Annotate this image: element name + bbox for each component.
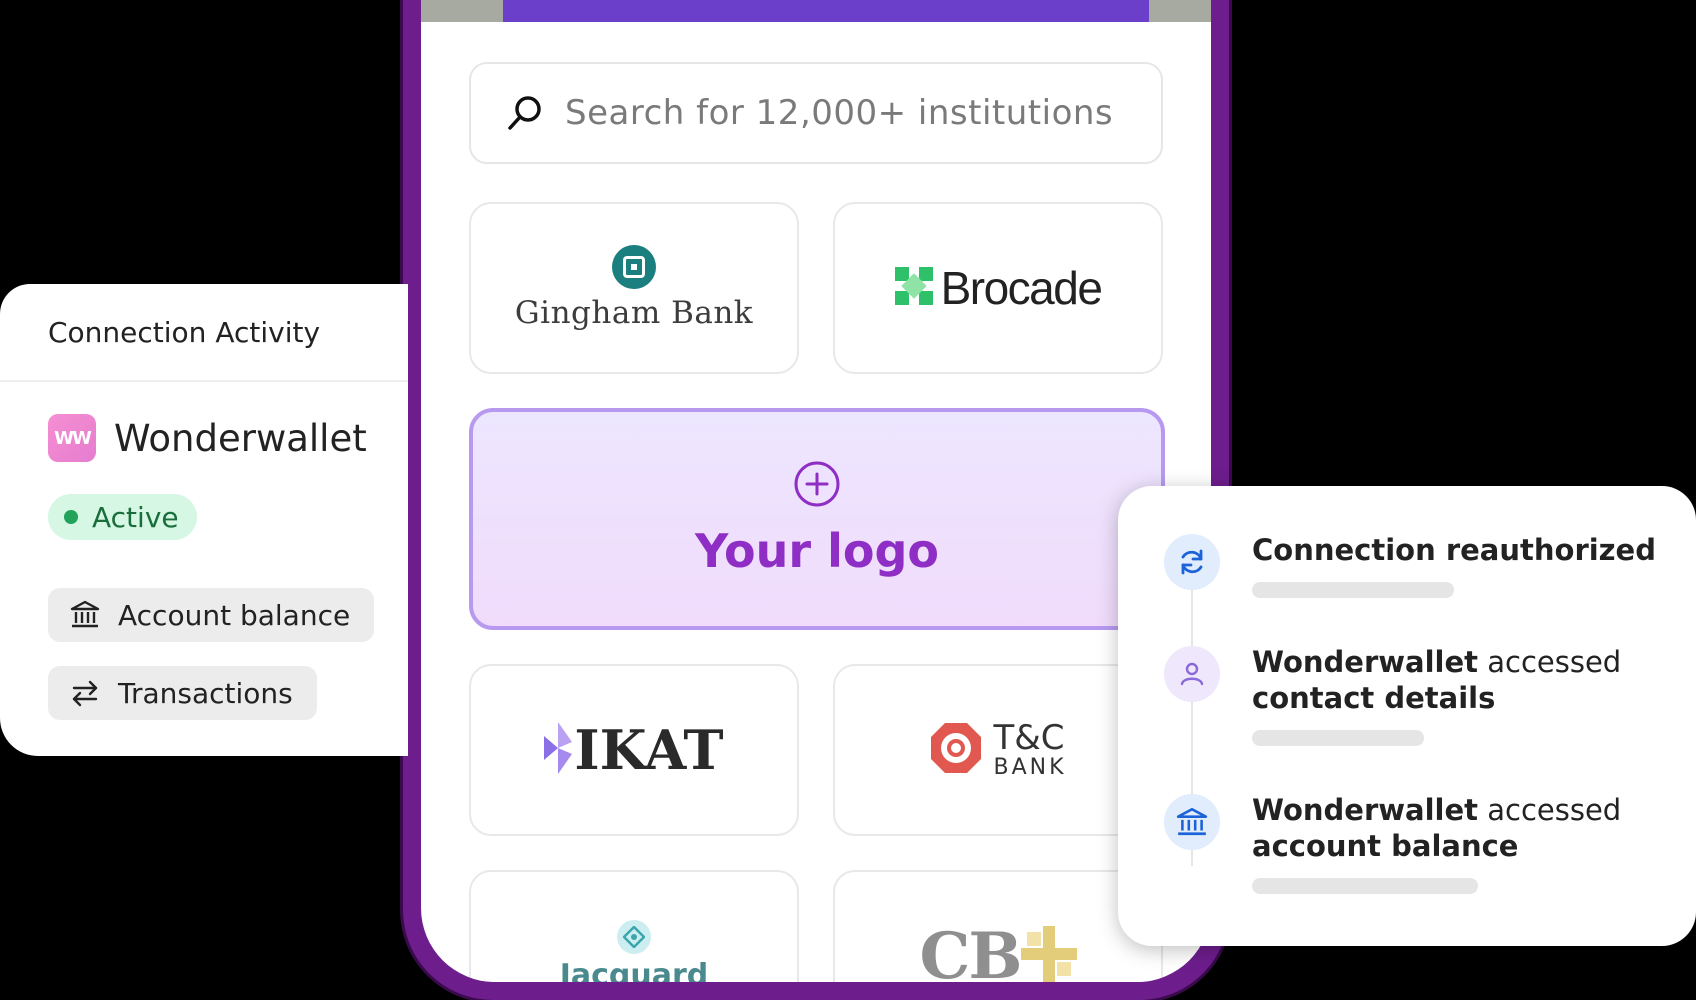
status-dot-icon [64, 510, 78, 524]
ikat-logo [544, 721, 573, 779]
event-rest: accessed [1478, 793, 1622, 827]
activity-event-text: Connection reauthorized [1252, 532, 1672, 568]
status-badge: Active [48, 494, 197, 540]
activity-event-text: Wonderwallet accessed account balance [1252, 792, 1672, 864]
institution-name: Gingham Bank [514, 295, 754, 331]
search-placeholder: Search for 12,000+ institutions [565, 93, 1114, 133]
event-bold: Wonderwallet [1252, 645, 1479, 679]
gingham-bank-logo [612, 245, 656, 289]
institution-card-jacquard[interactable]: Jacquard [469, 870, 799, 982]
status-label: Active [92, 500, 179, 534]
event-rest: accessed [1478, 645, 1622, 679]
activity-event-text: Wonderwallet accessed contact details [1252, 644, 1672, 716]
institution-card-brocade[interactable]: Brocade [833, 202, 1163, 374]
placeholder-bar [1252, 582, 1454, 598]
institution-card-gingham-bank[interactable]: Gingham Bank [469, 202, 799, 374]
swap-arrows-icon [70, 678, 100, 708]
permission-chip-account-balance: Account balance [48, 588, 375, 642]
phone-frame: Search for 12,000+ institutions Gingham … [403, 0, 1229, 1000]
tc-bank-logo [929, 721, 983, 780]
institution-name: CB [919, 918, 1022, 983]
connection-activity-panel: Connection Activity WW Wonderwallet Acti… [0, 284, 408, 756]
your-logo-label: Your logo [694, 524, 940, 578]
connected-app: WW Wonderwallet [48, 414, 367, 462]
panel-title: Connection Activity [48, 316, 321, 349]
institution-name: Brocade [940, 262, 1103, 314]
jacquard-logo [617, 919, 651, 954]
brocade-logo [894, 266, 933, 310]
placeholder-bar [1252, 878, 1478, 894]
permission-label: Account balance [118, 598, 351, 632]
cb-cross-logo [1020, 925, 1077, 983]
event-bold: Connection reauthorized [1252, 533, 1656, 567]
institution-name: IKAT [574, 718, 724, 782]
refresh-icon [1164, 534, 1220, 590]
phone-screen: Search for 12,000+ institutions Gingham … [421, 0, 1211, 982]
search-icon [505, 93, 545, 133]
institution-card-tc-bank[interactable]: T&C BANK [833, 664, 1163, 836]
your-logo-card[interactable]: Your logo [469, 408, 1165, 630]
screen-top-accent [503, 0, 1149, 22]
app-name: Wonderwallet [114, 416, 367, 460]
permission-chip-transactions: Transactions [48, 666, 317, 720]
institution-name-suffix: BANK [993, 755, 1067, 780]
institution-search-input[interactable]: Search for 12,000+ institutions [469, 62, 1163, 164]
institution-card-ikat[interactable]: IKAT [469, 664, 799, 836]
plus-circle-icon [793, 460, 841, 508]
user-icon [1164, 646, 1220, 702]
institution-card-cb[interactable]: CB [833, 870, 1163, 982]
permission-label: Transactions [118, 676, 293, 710]
event-line2: account balance [1252, 829, 1519, 863]
institution-name: Jacquard [559, 957, 709, 983]
placeholder-bar [1252, 730, 1424, 746]
wonderwallet-logo: WW [48, 414, 96, 462]
activity-feed-panel: Connection reauthorized Wonderwallet acc… [1118, 486, 1696, 946]
bank-icon [1164, 794, 1220, 850]
divider [0, 380, 408, 382]
bank-icon [70, 600, 100, 630]
institution-name: T&C [993, 718, 1065, 758]
event-line2: contact details [1252, 681, 1496, 715]
event-bold: Wonderwallet [1252, 793, 1479, 827]
